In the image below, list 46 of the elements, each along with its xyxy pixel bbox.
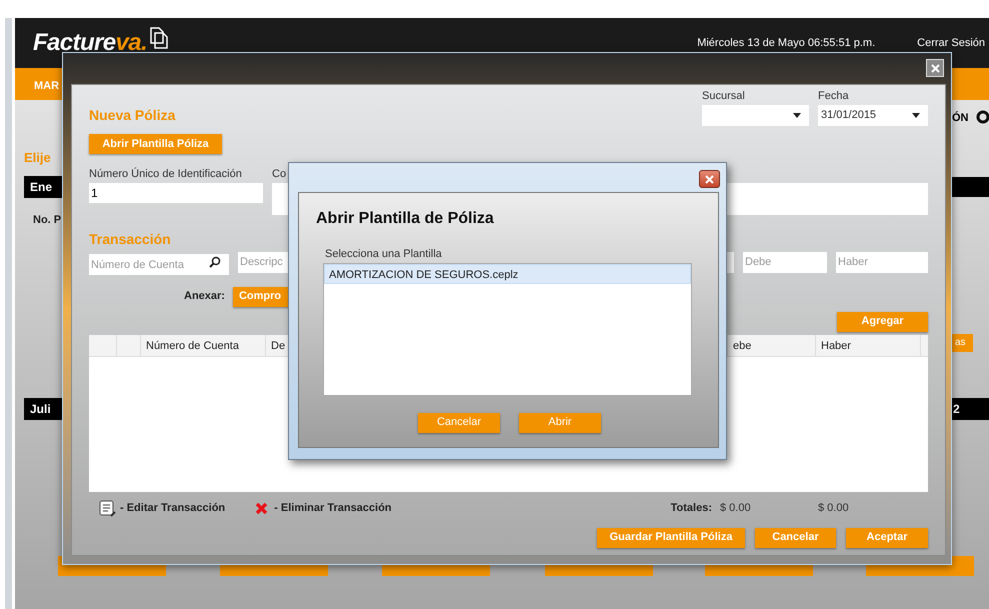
dropdown-caret-icon bbox=[793, 112, 801, 118]
date-time: Miércoles 13 de Mayo 06:55:51 p.m. bbox=[697, 36, 876, 51]
add-button[interactable]: Agregar bbox=[837, 312, 928, 332]
column-header[interactable]: Haber bbox=[816, 334, 921, 356]
field-label: Co bbox=[272, 167, 286, 182]
column-header[interactable]: Número de Cuenta bbox=[141, 334, 266, 356]
date-dropdown[interactable]: 31/01/2015 bbox=[818, 104, 928, 126]
field-label: Sucursal bbox=[702, 89, 746, 104]
open-template-button[interactable]: Abrir Plantilla Póliza bbox=[89, 134, 222, 154]
document-icon bbox=[150, 27, 168, 49]
cancel-button[interactable]: Cancelar bbox=[418, 412, 500, 432]
section-title: Transacción bbox=[89, 230, 172, 248]
right-header: ÓN bbox=[952, 110, 968, 126]
logo: Factureva. bbox=[33, 28, 148, 58]
section-heading: Elije bbox=[24, 149, 51, 167]
save-template-button[interactable]: Guardar Plantilla Póliza bbox=[597, 528, 745, 548]
list-label: Selecciona una Plantilla bbox=[325, 247, 443, 262]
close-icon bbox=[930, 64, 940, 72]
sign-out-link[interactable]: Cerrar Sesión bbox=[917, 34, 985, 52]
credit-field[interactable]: Haber bbox=[836, 252, 928, 272]
legend-text: - Eliminar Transacción bbox=[274, 501, 392, 516]
field-label: Número Único de Identificación bbox=[89, 166, 243, 182]
debit-field[interactable]: Debe bbox=[743, 252, 827, 272]
attach-label: Anexar: bbox=[184, 289, 225, 304]
id-field[interactable]: 1 bbox=[89, 182, 263, 202]
cancel-button[interactable]: Cancelar bbox=[755, 528, 836, 548]
edit-icon bbox=[99, 500, 117, 518]
form-title: Nueva Póliza bbox=[89, 106, 176, 125]
accept-button[interactable]: Aceptar bbox=[846, 528, 928, 548]
field-label: Fecha bbox=[818, 89, 850, 104]
column-label: No. P bbox=[33, 213, 62, 228]
close-icon bbox=[705, 174, 714, 184]
delete-icon bbox=[255, 502, 268, 515]
total-debit: $ 0.00 bbox=[720, 501, 752, 516]
dialog-heading: Abrir Plantilla de Póliza bbox=[316, 209, 495, 229]
close-button[interactable] bbox=[699, 170, 720, 188]
totals-label: Totales: bbox=[670, 501, 712, 516]
total-credit: $ 0.00 bbox=[818, 501, 850, 516]
dropdown-caret-icon bbox=[912, 112, 920, 118]
column-header[interactable]: ebe bbox=[728, 334, 816, 356]
legend-text: - Editar Transacción bbox=[120, 501, 226, 516]
account-field[interactable]: Número de Cuenta bbox=[89, 254, 229, 275]
nav-item[interactable]: MAR bbox=[34, 78, 60, 94]
search-icon bbox=[209, 256, 221, 268]
list-item[interactable]: AMORTIZACION DE SEGUROS.ceplz bbox=[324, 264, 691, 284]
open-button[interactable]: Abrir bbox=[519, 412, 601, 432]
